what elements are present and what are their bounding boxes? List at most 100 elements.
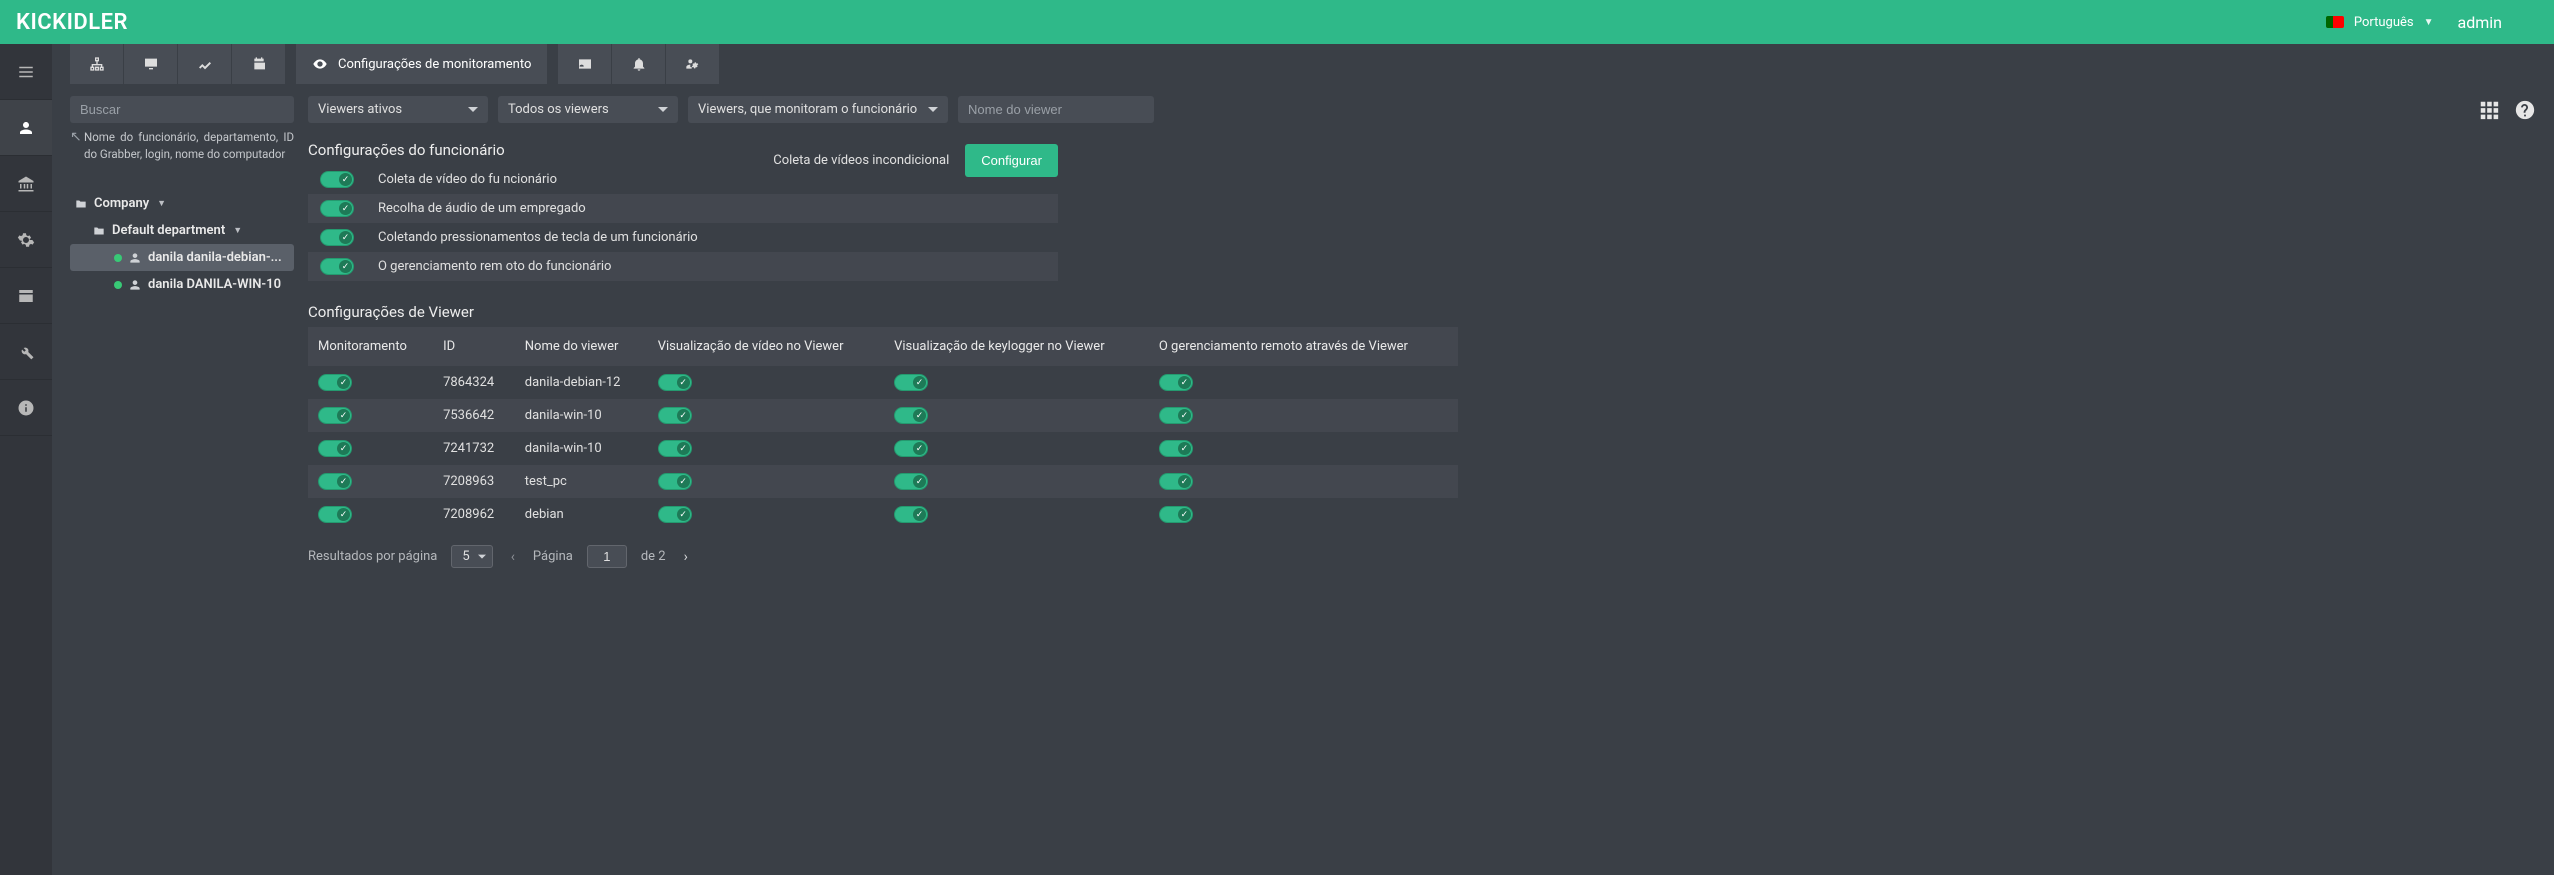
cogs-icon bbox=[17, 231, 35, 249]
nav-dashboard[interactable] bbox=[0, 44, 52, 100]
page-total-label: de 2 bbox=[641, 549, 666, 564]
toggle-video-collection[interactable] bbox=[320, 171, 354, 188]
prev-page-button[interactable]: ‹ bbox=[507, 549, 519, 565]
toggle-video[interactable] bbox=[658, 374, 692, 391]
help-icon[interactable] bbox=[2514, 99, 2536, 121]
toggle-monitoring[interactable] bbox=[318, 506, 352, 523]
toggle-video[interactable] bbox=[658, 506, 692, 523]
cell-name: debian bbox=[515, 498, 648, 531]
bell-icon bbox=[631, 56, 647, 72]
flag-icon bbox=[2326, 16, 2344, 28]
toggle-video[interactable] bbox=[658, 440, 692, 457]
page-input[interactable] bbox=[587, 545, 627, 568]
toolbar-chart[interactable] bbox=[178, 44, 232, 84]
setting-label: Coletando pressionamentos de tecla de um… bbox=[378, 230, 698, 245]
col-keylogger: Visualização de keylogger no Viewer bbox=[884, 327, 1149, 366]
setting-video-collection: Coleta de vídeo do fu ncionário bbox=[308, 165, 1058, 194]
toggle-keylogger[interactable] bbox=[894, 473, 928, 490]
tree-employee-1[interactable]: danila danila-debian-... bbox=[70, 244, 294, 271]
user-menu[interactable]: admin bbox=[2452, 13, 2502, 32]
toggle-monitoring[interactable] bbox=[318, 473, 352, 490]
org-tree: Company ▼ Default department ▼ danila da… bbox=[70, 190, 294, 298]
language-selector[interactable]: Português ▼ bbox=[2326, 15, 2434, 30]
configure-button[interactable]: Configurar bbox=[965, 144, 1058, 177]
tree-employee-2[interactable]: danila DANILA-WIN-10 bbox=[70, 271, 294, 298]
tab-label: Configurações de monitoramento bbox=[338, 57, 531, 72]
toggle-keylogger[interactable] bbox=[894, 407, 928, 424]
search-input[interactable] bbox=[70, 96, 294, 123]
nav-employees[interactable] bbox=[0, 100, 52, 156]
viewer-table: Monitoramento ID Nome do viewer Visualiz… bbox=[308, 327, 1458, 531]
table-row: 7241732danila-win-10 bbox=[308, 432, 1458, 465]
toggle-audio-collection[interactable] bbox=[320, 200, 354, 217]
col-name: Nome do viewer bbox=[515, 327, 648, 366]
toolbar-monitor[interactable] bbox=[124, 44, 178, 84]
setting-remote-management: O gerenciamento rem oto do funcionário bbox=[308, 252, 1058, 281]
toolbar-users-cog[interactable] bbox=[666, 44, 720, 84]
setting-label: Coleta de vídeo do fu ncionário bbox=[378, 172, 557, 187]
toggle-video[interactable] bbox=[658, 473, 692, 490]
main-area: Configurações de monitoramento ↖ Nome do… bbox=[52, 44, 2554, 875]
toggle-video[interactable] bbox=[658, 407, 692, 424]
table-row: 7536642danila-win-10 bbox=[308, 399, 1458, 432]
toggle-remote[interactable] bbox=[1159, 506, 1193, 523]
toggle-monitoring[interactable] bbox=[318, 440, 352, 457]
info-icon bbox=[17, 399, 35, 417]
toggle-keylogger[interactable] bbox=[894, 506, 928, 523]
folder-open-icon bbox=[92, 224, 106, 238]
col-remote: O gerenciamento remoto através de Viewer bbox=[1149, 327, 1458, 366]
tree-employee-1-label: danila danila-debian-... bbox=[148, 250, 282, 265]
filter-all-viewers[interactable]: Todos os viewers bbox=[498, 96, 678, 123]
toolbar-bell[interactable] bbox=[612, 44, 666, 84]
toggle-remote[interactable] bbox=[1159, 440, 1193, 457]
toggle-monitoring[interactable] bbox=[318, 374, 352, 391]
table-row: 7208963test_pc bbox=[308, 465, 1458, 498]
nav-reports[interactable] bbox=[0, 268, 52, 324]
folder-open-icon bbox=[74, 197, 88, 211]
toggle-keystroke-collection[interactable] bbox=[320, 229, 354, 246]
table-row: 7208962debian bbox=[308, 498, 1458, 531]
toggle-remote[interactable] bbox=[1159, 473, 1193, 490]
setting-label: Recolha de áudio de um empregado bbox=[378, 201, 586, 216]
table-header-row: Monitoramento ID Nome do viewer Visualiz… bbox=[308, 327, 1458, 366]
grid-icon[interactable] bbox=[2478, 99, 2500, 121]
viewer-name-input[interactable] bbox=[958, 96, 1154, 123]
toolbar-calendar[interactable] bbox=[232, 44, 286, 84]
cell-name: test_pc bbox=[515, 465, 648, 498]
toggle-keylogger[interactable] bbox=[894, 374, 928, 391]
left-column: ↖ Nome do funcionário, departamento, ID … bbox=[70, 96, 294, 863]
per-page-select[interactable]: 5 bbox=[451, 545, 492, 568]
next-page-button[interactable]: › bbox=[680, 549, 692, 565]
nav-info[interactable] bbox=[0, 380, 52, 436]
toolbar-id-card[interactable] bbox=[558, 44, 612, 84]
filter-active-viewers[interactable]: Viewers ativos bbox=[308, 96, 488, 123]
tree-company[interactable]: Company ▼ bbox=[70, 190, 294, 217]
toggle-remote-management[interactable] bbox=[320, 258, 354, 275]
filter-monitoring-viewers[interactable]: Viewers, que monitoram o funcionário bbox=[688, 96, 948, 123]
bank-icon bbox=[17, 175, 35, 193]
section-employee-settings: Configurações do funcionário bbox=[308, 141, 2536, 159]
tree-department[interactable]: Default department ▼ bbox=[70, 217, 294, 244]
calendar-icon bbox=[251, 56, 267, 72]
nav-tools[interactable] bbox=[0, 324, 52, 380]
col-video: Visualização de vídeo no Viewer bbox=[648, 327, 884, 366]
setting-keystroke-collection: Coletando pressionamentos de tecla de um… bbox=[308, 223, 1058, 252]
arrow-up-icon: ↖ bbox=[70, 127, 82, 147]
toggle-remote[interactable] bbox=[1159, 407, 1193, 424]
nav-settings[interactable] bbox=[0, 212, 52, 268]
toggle-keylogger[interactable] bbox=[894, 440, 928, 457]
tree-department-label: Default department bbox=[112, 223, 225, 238]
toggle-monitoring[interactable] bbox=[318, 407, 352, 424]
setting-audio-collection: Recolha de áudio de um empregado bbox=[308, 194, 1058, 223]
brand-logo: KICKIDLER bbox=[16, 10, 128, 35]
toggle-remote[interactable] bbox=[1159, 374, 1193, 391]
status-online-icon bbox=[114, 254, 122, 262]
toolbar-hierarchy[interactable] bbox=[70, 44, 124, 84]
table-row: 7864324danila-debian-12 bbox=[308, 366, 1458, 399]
nav-org[interactable] bbox=[0, 156, 52, 212]
person-icon bbox=[128, 278, 142, 292]
tab-monitoring-settings[interactable]: Configurações de monitoramento bbox=[296, 44, 548, 84]
cell-id: 7864324 bbox=[433, 366, 515, 399]
section-viewer-settings: Configurações de Viewer bbox=[308, 303, 2536, 321]
pagination: Resultados por página 5 ‹ Página de 2 › bbox=[308, 545, 2536, 568]
